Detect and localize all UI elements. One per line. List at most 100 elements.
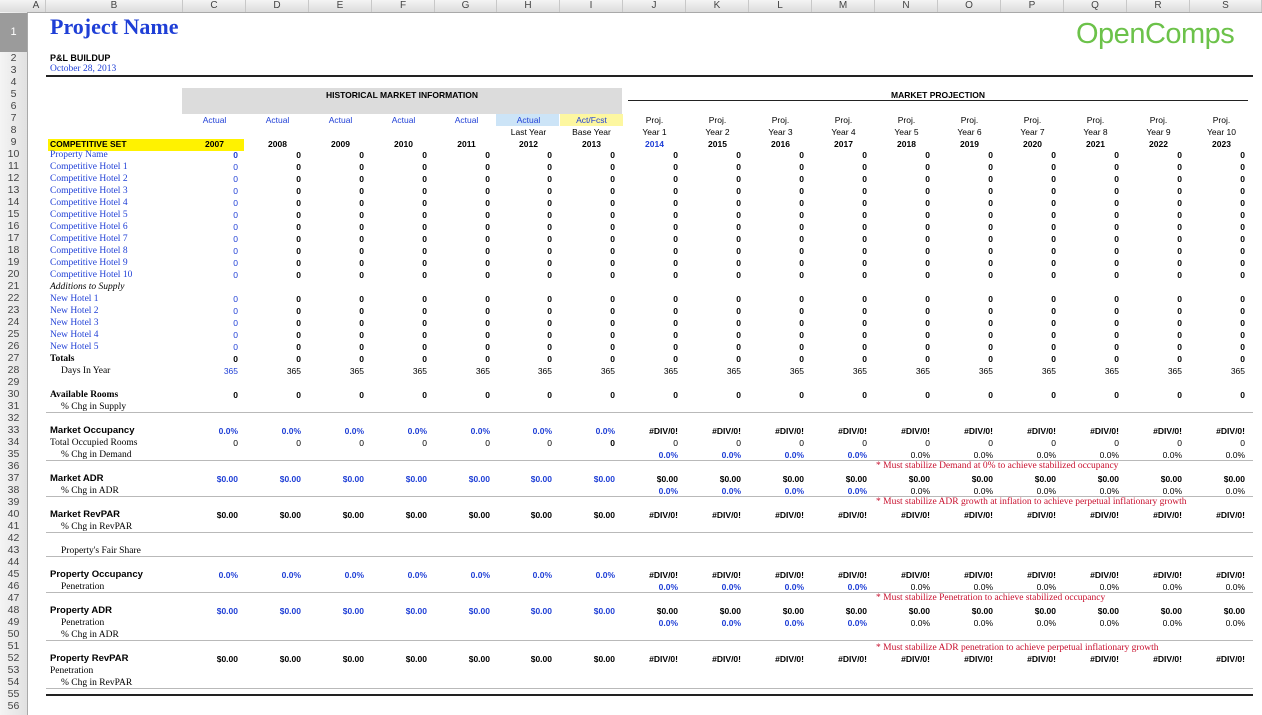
rooms-cell[interactable]: 0 [183, 173, 238, 185]
rooms-cell[interactable]: 0 [1190, 269, 1245, 281]
hotel-name[interactable]: Competitive Hotel 2 [50, 173, 180, 185]
col-header-row8[interactable]: Last Year [497, 126, 560, 138]
rooms-cell[interactable]: 0 [309, 257, 364, 269]
days-cell[interactable]: 365 [875, 365, 930, 377]
rooms-cell[interactable]: 0 [1064, 161, 1119, 173]
rooms-cell[interactable]: 0 [435, 173, 490, 185]
rooms-cell[interactable]: 0 [560, 161, 615, 173]
rooms-cell[interactable]: 0 [372, 245, 427, 257]
rooms-cell[interactable]: 0 [812, 233, 867, 245]
rooms-cell[interactable]: 0 [372, 197, 427, 209]
hotel-name[interactable]: Competitive Hotel 4 [50, 197, 180, 209]
adr-penetration-cell[interactable]: 0.0% [938, 617, 993, 629]
rooms-cell[interactable]: 0 [1001, 209, 1056, 221]
rooms-cell[interactable]: 0 [1127, 149, 1182, 161]
rooms-cell[interactable]: 0 [1001, 221, 1056, 233]
rooms-cell[interactable]: 0 [497, 269, 552, 281]
rooms-cell[interactable]: 0 [1064, 209, 1119, 221]
rooms-cell[interactable]: 0 [812, 161, 867, 173]
market-occupancy-cell[interactable]: 0.0% [435, 425, 490, 437]
property-occupancy-cell[interactable]: #DIV/0! [812, 569, 867, 581]
row-header-8[interactable]: 8 [0, 124, 27, 136]
rooms-cell[interactable]: 0 [183, 161, 238, 173]
rooms-cell[interactable]: 0 [686, 293, 741, 305]
rooms-cell[interactable]: 0 [749, 149, 804, 161]
rooms-cell[interactable]: 0 [560, 173, 615, 185]
rooms-cell[interactable]: 0 [749, 305, 804, 317]
col-header-row7[interactable]: Actual [246, 114, 309, 126]
rooms-cell[interactable]: 0 [560, 221, 615, 233]
row-header-1[interactable]: 1 [0, 26, 27, 38]
rooms-cell[interactable]: 0 [1127, 341, 1182, 353]
rooms-cell[interactable]: 0 [246, 317, 301, 329]
occupied-rooms-cell[interactable]: 0 [309, 437, 364, 449]
rooms-cell[interactable]: 0 [560, 197, 615, 209]
rooms-cell[interactable]: 0 [875, 221, 930, 233]
available-rooms-cell[interactable]: 0 [875, 389, 930, 401]
totals-label[interactable]: Totals [50, 353, 180, 365]
property-adr-cell[interactable]: $0.00 [938, 605, 993, 617]
market-occupancy-cell[interactable]: 0.0% [183, 425, 238, 437]
rooms-cell[interactable]: 0 [1001, 341, 1056, 353]
totals-cell[interactable]: 0 [749, 353, 804, 365]
days-cell[interactable]: 365 [435, 365, 490, 377]
rooms-cell[interactable]: 0 [183, 341, 238, 353]
rooms-cell[interactable]: 0 [246, 161, 301, 173]
rooms-cell[interactable]: 0 [875, 329, 930, 341]
market-adr-cell[interactable]: $0.00 [372, 473, 427, 485]
rooms-cell[interactable]: 0 [938, 317, 993, 329]
occupied-rooms-cell[interactable]: 0 [560, 437, 615, 449]
row-header-39[interactable]: 39 [0, 496, 27, 508]
rooms-cell[interactable]: 0 [497, 233, 552, 245]
rooms-cell[interactable]: 0 [623, 341, 678, 353]
new-hotel-name[interactable]: New Hotel 4 [50, 329, 180, 341]
market-adr-cell[interactable]: $0.00 [1064, 473, 1119, 485]
occupied-rooms-cell[interactable]: 0 [686, 437, 741, 449]
col-header-row8[interactable]: Year 10 [1190, 126, 1253, 138]
rooms-cell[interactable]: 0 [560, 329, 615, 341]
rooms-cell[interactable]: 0 [812, 317, 867, 329]
totals-cell[interactable]: 0 [623, 353, 678, 365]
market-occupancy-cell[interactable]: #DIV/0! [623, 425, 678, 437]
rooms-cell[interactable]: 0 [1127, 209, 1182, 221]
rooms-cell[interactable]: 0 [623, 173, 678, 185]
market-adr-cell[interactable]: $0.00 [686, 473, 741, 485]
rooms-cell[interactable]: 0 [812, 149, 867, 161]
rooms-cell[interactable]: 0 [246, 221, 301, 233]
market-occupancy-cell[interactable]: #DIV/0! [749, 425, 804, 437]
rooms-cell[interactable]: 0 [1190, 317, 1245, 329]
rooms-cell[interactable]: 0 [1064, 257, 1119, 269]
rooms-cell[interactable]: 0 [497, 341, 552, 353]
rooms-cell[interactable]: 0 [749, 341, 804, 353]
rooms-cell[interactable]: 0 [938, 293, 993, 305]
property-adr-label[interactable]: Property ADR [50, 605, 190, 617]
adr-penetration-cell[interactable]: 0.0% [1127, 617, 1182, 629]
rooms-cell[interactable]: 0 [246, 173, 301, 185]
rooms-cell[interactable]: 0 [560, 185, 615, 197]
row-header-56[interactable]: 56 [0, 700, 27, 712]
rooms-cell[interactable]: 0 [372, 293, 427, 305]
rooms-cell[interactable]: 0 [372, 269, 427, 281]
property-occupancy-cell[interactable]: 0.0% [183, 569, 238, 581]
rooms-cell[interactable]: 0 [623, 221, 678, 233]
rooms-cell[interactable]: 0 [183, 317, 238, 329]
col-header-row8[interactable]: Base Year [560, 126, 623, 138]
row-header-20[interactable]: 20 [0, 268, 27, 280]
rooms-cell[interactable]: 0 [686, 341, 741, 353]
row-header-54[interactable]: 54 [0, 676, 27, 688]
rooms-cell[interactable]: 0 [435, 245, 490, 257]
row-header-29[interactable]: 29 [0, 376, 27, 388]
historical-header[interactable]: HISTORICAL MARKET INFORMATION [182, 89, 622, 101]
rooms-cell[interactable]: 0 [560, 293, 615, 305]
property-occupancy-cell[interactable]: 0.0% [435, 569, 490, 581]
market-revpar-cell[interactable]: #DIV/0! [1064, 509, 1119, 521]
row-header-21[interactable]: 21 [0, 280, 27, 292]
rooms-cell[interactable]: 0 [309, 173, 364, 185]
row-header-47[interactable]: 47 [0, 592, 27, 604]
rooms-cell[interactable]: 0 [812, 257, 867, 269]
row-header-26[interactable]: 26 [0, 340, 27, 352]
rooms-cell[interactable]: 0 [183, 293, 238, 305]
available-rooms-cell[interactable]: 0 [812, 389, 867, 401]
total-occupied-rooms-label[interactable]: Total Occupied Rooms [50, 437, 190, 449]
rooms-cell[interactable]: 0 [623, 197, 678, 209]
